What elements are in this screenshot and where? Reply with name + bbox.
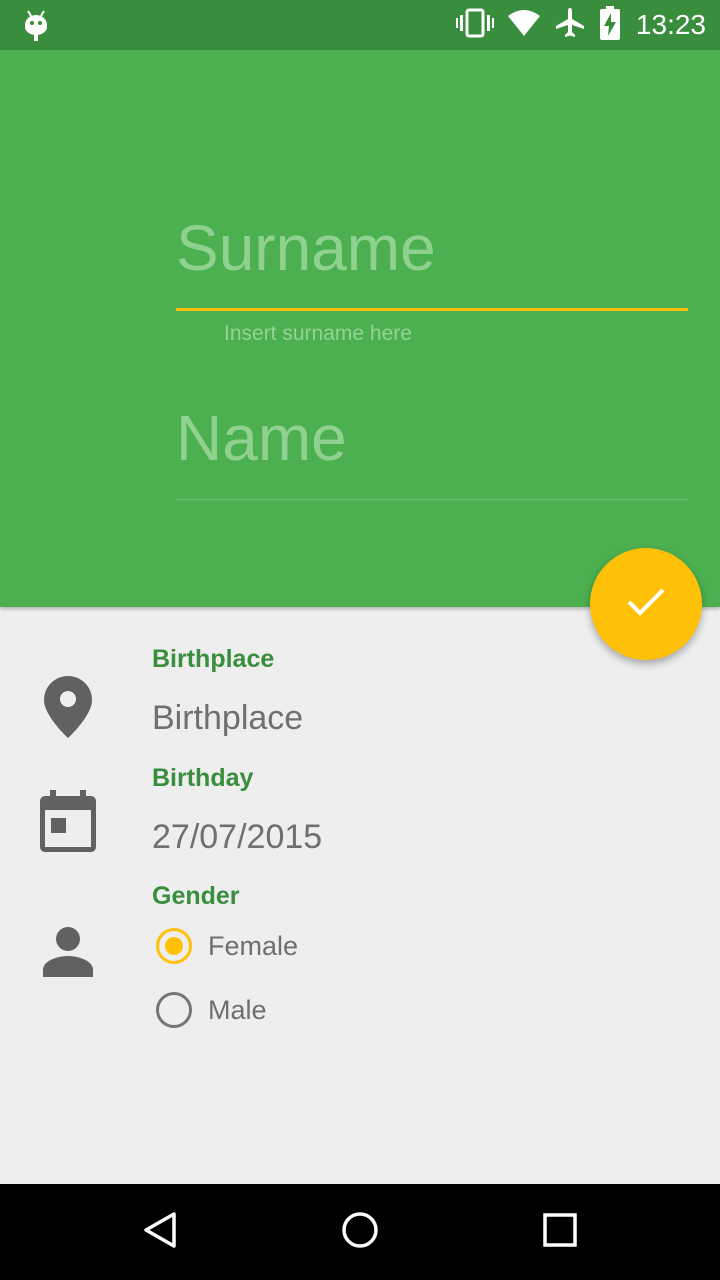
header-panel: Surname Insert surname here Name bbox=[0, 50, 720, 607]
recents-icon bbox=[543, 1212, 577, 1252]
name-input[interactable]: Name bbox=[176, 406, 688, 470]
check-icon bbox=[626, 587, 666, 622]
person-icon bbox=[43, 927, 93, 982]
home-button[interactable] bbox=[300, 1184, 420, 1280]
calendar-icon bbox=[40, 790, 96, 857]
name-underline bbox=[176, 499, 688, 500]
confirm-fab-button[interactable] bbox=[590, 548, 702, 660]
birthday-label: Birthday bbox=[152, 764, 254, 792]
battery-charging-icon bbox=[599, 5, 620, 45]
gender-option-female[interactable]: Female bbox=[152, 928, 298, 964]
female-label: Female bbox=[208, 930, 299, 961]
male-label: Male bbox=[208, 994, 267, 1025]
birthplace-label: Birthplace bbox=[152, 645, 275, 673]
gender-label: Gender bbox=[152, 882, 240, 910]
female-radio[interactable] bbox=[156, 928, 192, 964]
surname-underline bbox=[176, 308, 688, 311]
surname-input[interactable]: Surname bbox=[176, 216, 688, 280]
airplane-mode-icon bbox=[554, 7, 586, 44]
gender-option-male[interactable]: Male bbox=[152, 992, 267, 1028]
back-icon bbox=[142, 1211, 178, 1254]
status-bar: 13:23 bbox=[0, 0, 720, 50]
vibrate-icon bbox=[455, 8, 494, 43]
surname-hint: Insert surname here bbox=[224, 322, 412, 345]
recents-button[interactable] bbox=[500, 1184, 620, 1280]
android-debug-icon bbox=[22, 9, 50, 46]
back-button[interactable] bbox=[100, 1184, 220, 1280]
wifi-icon bbox=[507, 9, 540, 41]
birthplace-input[interactable]: Birthplace bbox=[152, 699, 303, 738]
navigation-bar bbox=[0, 1184, 720, 1280]
location-pin-icon bbox=[44, 676, 92, 743]
male-radio[interactable] bbox=[156, 992, 192, 1028]
clock: 13:23 bbox=[635, 9, 706, 40]
birthday-input[interactable]: 27/07/2015 bbox=[152, 818, 322, 857]
home-icon bbox=[341, 1211, 379, 1254]
